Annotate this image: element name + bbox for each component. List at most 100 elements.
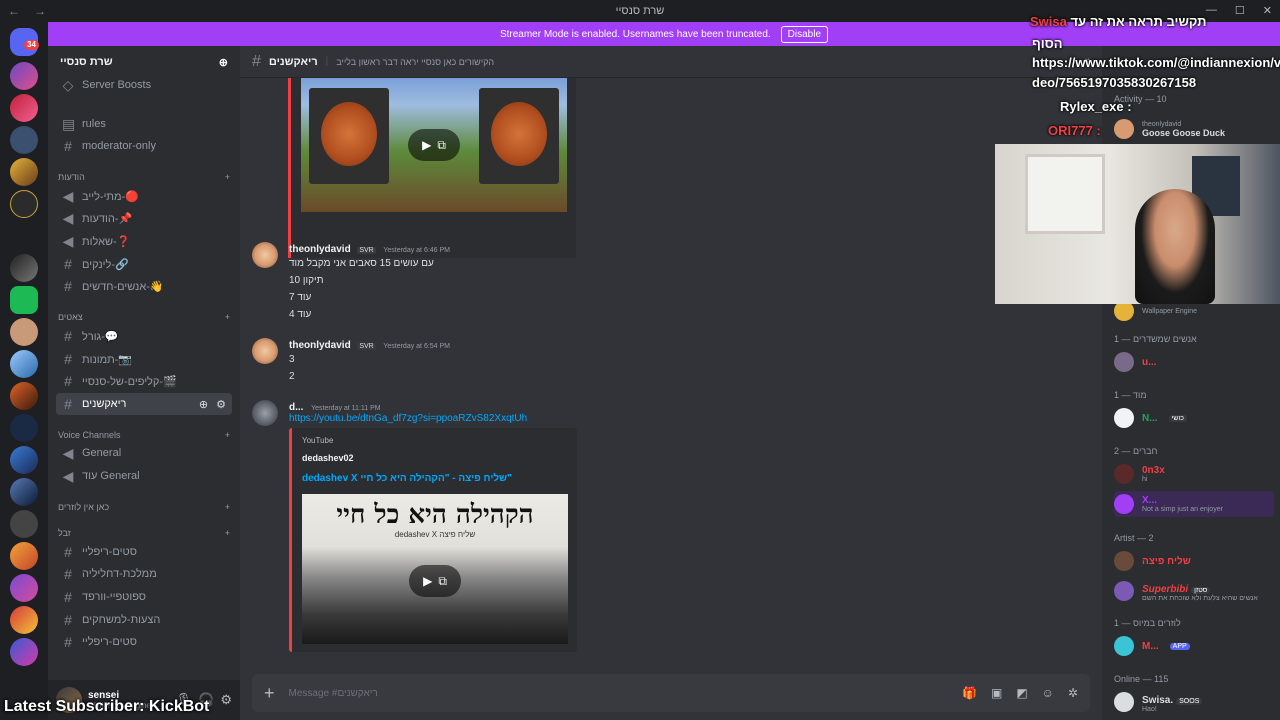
add-channel-icon[interactable]: + <box>225 502 230 512</box>
gif-icon[interactable]: ▣ <box>991 686 1002 700</box>
sidebar-item-voice-general-2[interactable]: ◀ עוד General <box>56 465 232 487</box>
overlay-chat-line: Swisa תקשיב תראה את זה עד <box>1030 14 1270 29</box>
speaker-icon: ◀ <box>62 467 74 484</box>
add-channel-icon[interactable]: + <box>225 312 230 322</box>
member-row[interactable]: שליח פיצה <box>1114 548 1274 574</box>
embed-author[interactable]: dedashev02 <box>302 453 567 463</box>
overlay-chat-line: deo/7565197035830267158 <box>1032 75 1197 90</box>
embed-title[interactable]: dedashev X שליח פיצה - "הקהילה היא כל חי… <box>302 473 567 484</box>
server-icon[interactable] <box>10 254 38 282</box>
sidebar-item-channel[interactable]: # לינקים-🔗 <box>56 253 232 275</box>
sidebar-item-rules[interactable]: ▤ rules <box>56 113 232 135</box>
server-icon[interactable] <box>10 638 38 666</box>
thumbnail-title: הקהילה היא כל חיי <box>336 500 534 530</box>
server-icon[interactable] <box>10 606 38 634</box>
category-label: זבל <box>58 528 71 538</box>
message-author[interactable]: theonlydavid <box>289 244 351 255</box>
member-row[interactable]: Swisa. SOOS Hao! <box>1114 689 1274 715</box>
avatar[interactable] <box>252 338 278 364</box>
message-link[interactable]: https://youtu.be/dtnGa_df7zg?si=ppoaRZvS… <box>289 413 1072 424</box>
banner-text: Streamer Mode is enabled. Usernames have… <box>499 28 771 40</box>
sidebar-item-channel[interactable]: # גורל-💬 <box>56 325 232 347</box>
member-row[interactable]: Superbibi סטזן אנשים שהיא צלעת ולא שוכחת … <box>1114 578 1274 604</box>
server-icon[interactable] <box>10 510 38 538</box>
disable-streamer-mode-button[interactable]: Disable <box>780 25 829 43</box>
play-button[interactable]: ▶ ⧉ <box>408 129 460 161</box>
sidebar-item-label: סטים-ריפליי <box>82 636 137 648</box>
play-button[interactable]: ▶ ⧉ <box>409 565 461 597</box>
emoji-icon[interactable]: ☺ <box>1042 686 1054 700</box>
sidebar-item-moderator-only[interactable]: # moderator-only <box>56 135 232 157</box>
gear-icon[interactable]: ⚙ <box>216 398 226 411</box>
server-icon[interactable] <box>10 446 38 474</box>
sidebar-item-label: rules <box>82 118 106 130</box>
add-channel-icon[interactable]: + <box>225 528 230 538</box>
sidebar-item-channel[interactable]: ◀ הודעות-📌 <box>56 207 232 229</box>
add-channel-icon[interactable]: + <box>225 430 230 440</box>
member-status: אנשים שהיא צלעת ולא שוכחת את השם <box>1142 595 1258 602</box>
settings-gear-icon[interactable]: ⚙ <box>220 692 232 708</box>
category-announcements[interactable]: הודעות + <box>58 172 230 182</box>
add-channel-icon[interactable]: + <box>225 172 230 182</box>
member-name: Superbibi <box>1142 584 1189 595</box>
category-chats[interactable]: צאטים + <box>58 312 230 322</box>
server-icon[interactable] <box>10 190 38 218</box>
hash-icon: # <box>64 566 72 582</box>
server-icon[interactable] <box>10 478 38 506</box>
sidebar-item-channel[interactable]: ◀ מתי-לייב-🔴 <box>56 185 232 207</box>
member-row[interactable]: M... APP <box>1114 633 1274 659</box>
member-status: Not a simp just an enjoyer <box>1142 506 1223 513</box>
avatar[interactable] <box>252 242 278 268</box>
sidebar-item-channel[interactable]: # קליפים-של-סנסיי-🎬 <box>56 370 232 392</box>
category-no-losers[interactable]: כאן אין לוזרים + <box>58 502 230 512</box>
server-icon[interactable] <box>10 414 38 442</box>
server-icon[interactable] <box>10 574 38 602</box>
attach-plus-icon[interactable]: + <box>264 683 275 704</box>
member-badge: סטזן <box>1191 587 1211 594</box>
server-icon[interactable] <box>10 62 38 90</box>
category-voice[interactable]: Voice Channels + <box>58 430 230 440</box>
sidebar-item-channel[interactable]: # הצעות-למשחקים <box>56 609 232 631</box>
sidebar-item-channel[interactable]: # סטים-ריפליי <box>56 541 232 563</box>
member-name: שליח פיצה <box>1142 555 1191 567</box>
member-row[interactable]: u... <box>1114 349 1274 375</box>
server-icon[interactable] <box>10 286 38 314</box>
member-row[interactable]: N... כושי <box>1114 405 1274 431</box>
message-author[interactable]: theonlydavid <box>289 340 351 351</box>
overlay-chat-line: הסוף <box>1032 36 1063 51</box>
sidebar-item-channel[interactable]: # ממלכת-דחליליה <box>56 563 232 585</box>
sidebar-item-channel[interactable]: # סטים-ריפליי <box>56 631 232 653</box>
sidebar-item-channel[interactable]: # אנשים-חדשים-👋 <box>56 275 232 297</box>
server-rail: 34 <box>0 22 48 720</box>
sidebar-item-voice-general[interactable]: ◀ General <box>56 442 232 464</box>
overlay-chat-user: Swisa <box>1030 14 1067 29</box>
message-author[interactable]: d... <box>289 402 303 413</box>
sidebar-item-label: הודעות-📌 <box>82 212 133 225</box>
avatar[interactable] <box>252 400 278 426</box>
server-icon[interactable] <box>10 94 38 122</box>
category-junk[interactable]: זבל + <box>58 528 230 538</box>
sidebar-item-channel[interactable]: # ספוטפיי-וורפד <box>56 586 232 608</box>
sidebar-item-server-boosts[interactable]: ◇ Server Boosts <box>56 74 232 96</box>
member-name: u... <box>1142 356 1157 368</box>
avatar <box>1114 301 1134 321</box>
server-icon[interactable] <box>10 542 38 570</box>
member-row[interactable]: 0n3x hi <box>1114 461 1274 487</box>
server-icon[interactable] <box>10 382 38 410</box>
server-icon[interactable] <box>10 318 38 346</box>
server-icon[interactable] <box>10 126 38 154</box>
member-row[interactable]: X... Not a simp just an enjoyer <box>1114 491 1274 517</box>
sidebar-item-channel[interactable]: # תמונות-📷 <box>56 348 232 370</box>
server-icon[interactable] <box>10 158 38 186</box>
video-thumbnail[interactable]: הקהילה היא כל חיי dedashev X שליח פיצה ▶… <box>302 494 568 644</box>
server-icon[interactable] <box>10 350 38 378</box>
gift-icon[interactable]: 🎁 <box>962 686 977 700</box>
invite-icon[interactable]: ⊕ <box>199 398 208 411</box>
video-thumbnail[interactable]: ▶ ⧉ <box>301 78 567 212</box>
apps-icon[interactable]: ✲ <box>1068 686 1078 700</box>
message-input[interactable]: Message #ריאקשנים <box>289 688 949 699</box>
sidebar-item-reactions[interactable]: # ריאקשנים ⊕ ⚙ <box>56 393 232 415</box>
sticker-icon[interactable]: ◩ <box>1016 686 1027 700</box>
add-member-icon[interactable]: ⊕ <box>219 56 228 69</box>
sidebar-item-channel[interactable]: ◀ שאלות-❓ <box>56 230 232 252</box>
